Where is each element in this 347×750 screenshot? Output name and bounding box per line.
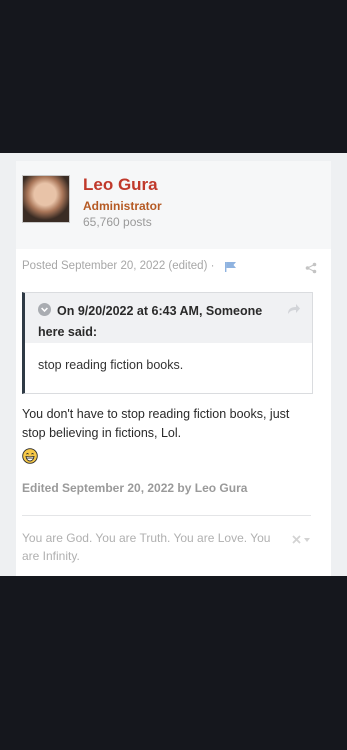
avatar[interactable]	[22, 175, 70, 223]
quote-block: On 9/20/2022 at 6:43 AM, Someone here sa…	[22, 292, 313, 394]
edited-note: Edited September 20, 2022 by Leo Gura	[22, 481, 248, 495]
quote-body: stop reading fiction books.	[38, 358, 184, 372]
grinning-face-icon	[22, 448, 38, 464]
post-card: Leo Gura Administrator 65,760 posts Post…	[0, 153, 347, 576]
quote-header: On 9/20/2022 at 6:43 AM, Someone here sa…	[25, 293, 312, 343]
author-panel: Leo Gura Administrator 65,760 posts	[16, 161, 331, 249]
forum-post: Leo Gura Administrator 65,760 posts Post…	[16, 161, 331, 576]
go-to-quote-icon[interactable]	[287, 303, 301, 315]
share-icon[interactable]	[305, 262, 317, 274]
post-content: You don't have to stop reading fiction b…	[22, 407, 290, 440]
author-role: Administrator	[83, 199, 162, 213]
signature-divider	[22, 515, 311, 516]
signature: You are God. You are Truth. You are Love…	[22, 531, 271, 563]
report-flag-icon[interactable]	[225, 262, 236, 272]
author-name[interactable]: Leo Gura	[83, 175, 158, 195]
quote-citation: On 9/20/2022 at 6:43 AM, Someone here sa…	[38, 304, 263, 339]
posted-date: Posted September 20, 2022 (edited) ·	[22, 260, 215, 272]
signature-options-icon[interactable]	[292, 535, 312, 545]
author-post-count: 65,760 posts	[83, 215, 152, 229]
bottom-black-bar	[0, 576, 347, 750]
top-black-bar	[0, 0, 347, 153]
